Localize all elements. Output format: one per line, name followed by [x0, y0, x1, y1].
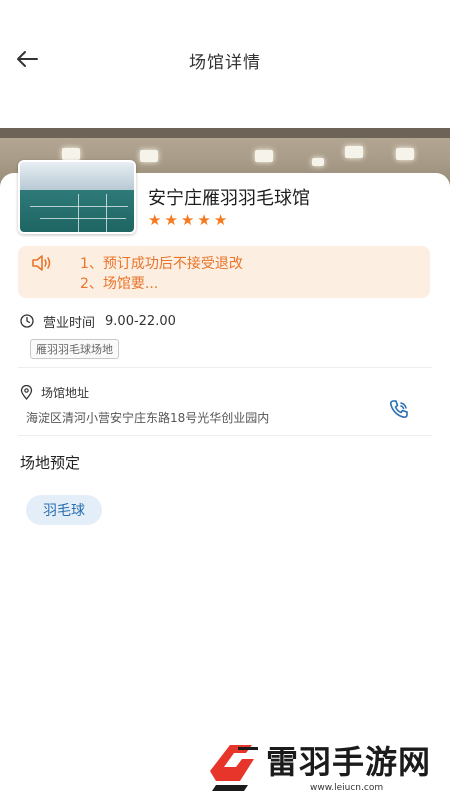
page-title: 场馆详情 — [189, 53, 261, 73]
hours-label: 营业时间 — [43, 315, 96, 331]
venue-thumbnail — [18, 160, 136, 234]
phone-icon — [389, 400, 408, 419]
business-hours: 营业时间 9.00-22.00 — [20, 311, 176, 331]
speaker-icon — [32, 255, 51, 271]
clock-icon — [20, 314, 34, 328]
star-icon: ★ — [180, 211, 195, 229]
notice-line-2: 2、场馆要... — [80, 276, 159, 292]
top-nav-bar: 场馆详情 — [0, 0, 450, 128]
hours-value: 9.00-22.00 — [105, 313, 176, 329]
address-text: 海淀区清河小营安宁庄东路18号光华创业园内 — [26, 411, 270, 425]
star-icon: ★ — [213, 211, 228, 229]
address-label: 场馆地址 — [41, 385, 90, 400]
address-header: 场馆地址 — [20, 382, 89, 402]
star-icon: ★ — [197, 211, 211, 229]
booking-section-title: 场地预定 — [20, 454, 81, 472]
watermark-url: www.leiucn.com — [310, 783, 384, 793]
venue-tag: 雁羽羽毛球场地 — [30, 339, 119, 359]
rating-stars: ★ ★ ★ ★ ★ — [148, 212, 227, 228]
sport-chip-badminton[interactable]: 羽毛球 — [26, 495, 102, 525]
watermark-brand: 雷羽手游网 — [266, 743, 432, 781]
location-pin-icon — [20, 384, 33, 400]
call-venue-button[interactable] — [387, 398, 411, 422]
venue-name: 安宁庄雁羽羽毛球馆 — [148, 188, 310, 209]
brand-logo-icon — [210, 745, 258, 791]
star-icon: ★ — [148, 211, 162, 229]
star-icon: ★ — [164, 211, 178, 229]
notice-line-1: 1、预订成功后不接受退改 — [80, 256, 243, 272]
divider — [18, 435, 432, 436]
divider — [18, 367, 432, 368]
watermark-logo: 雷羽手游网 www.leiucn.com — [200, 735, 450, 800]
notice-banner: 1、预订成功后不接受退改 2、场馆要... — [18, 246, 430, 298]
